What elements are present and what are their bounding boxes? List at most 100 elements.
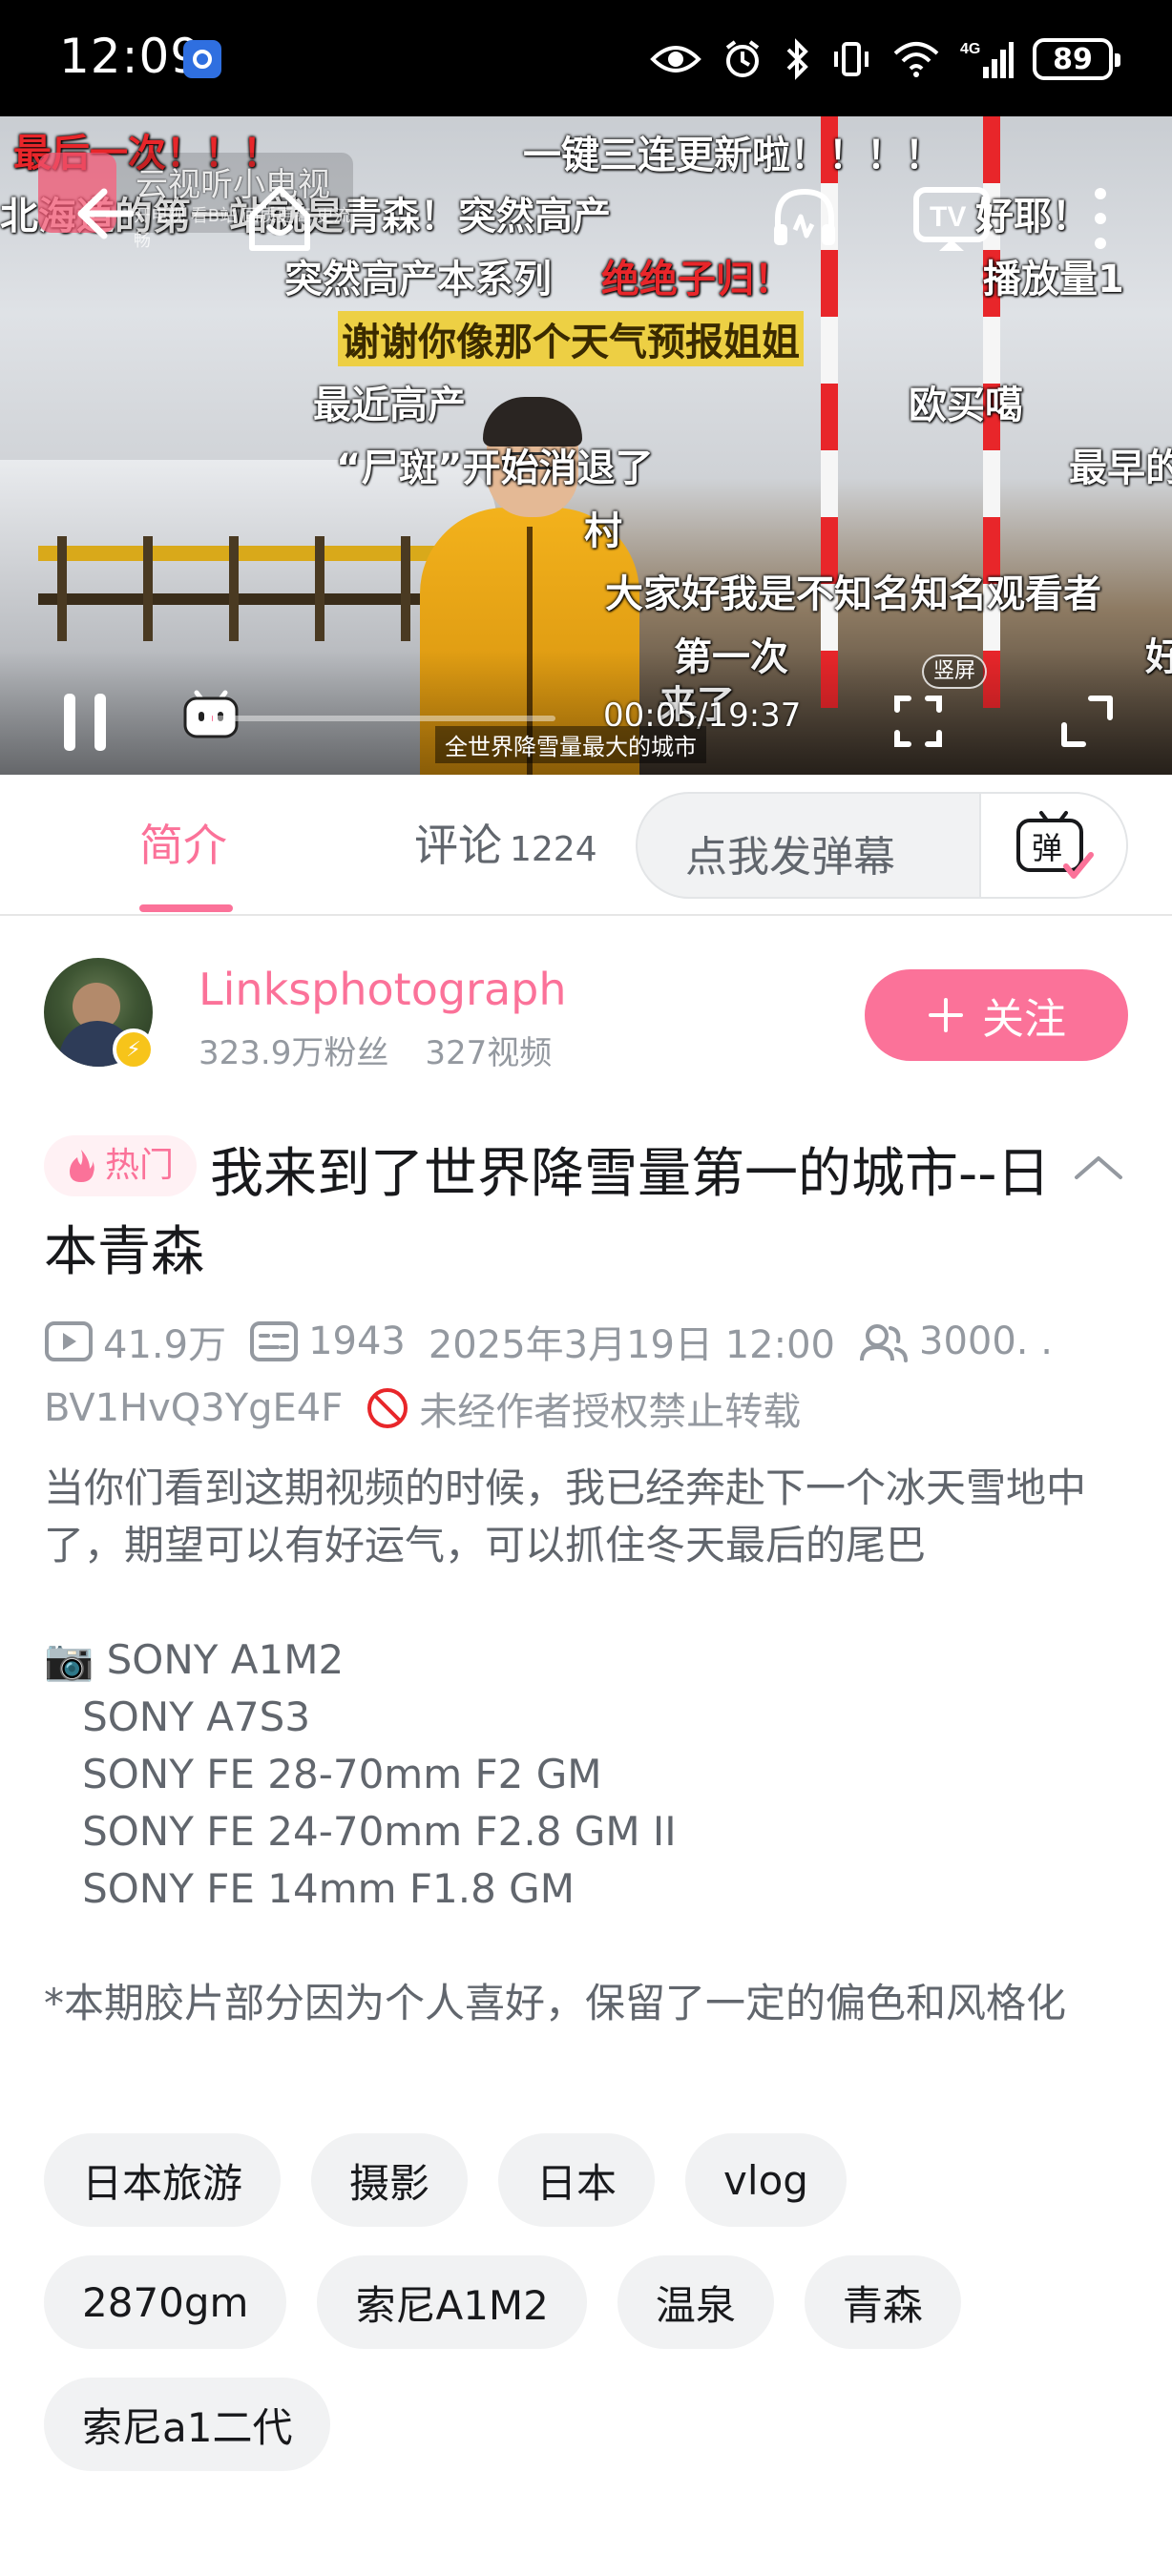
danmaku-comment: 村 (584, 509, 622, 553)
danmaku-toggle-button[interactable]: 弹 (979, 794, 1126, 897)
home-button[interactable] (237, 176, 323, 261)
status-icons: 4G 89 (649, 29, 1120, 90)
view-count: 41.9万 (103, 1323, 227, 1367)
fullscreen-icon (1061, 696, 1113, 747)
danmaku-comment: 欧买噶 (909, 384, 1023, 427)
tag-chip[interactable]: 温泉 (617, 2255, 774, 2349)
player-controls: 00:05/19:37 竖屏 全世界降雪量最大的城市 (0, 651, 1172, 775)
vertical-fullscreen-icon (894, 696, 942, 747)
danmaku-comment: 一键三连更新啦！！！！ (523, 134, 943, 177)
tab-intro[interactable]: 简介 (139, 811, 227, 874)
danmaku-comment: 大家好我是不知名知名观看者 (605, 572, 1101, 616)
video-subtitle: 全世界降雪量最大的城市 (435, 726, 706, 763)
verified-badge-icon: ⚡ (113, 1028, 155, 1070)
danmaku-toggle-text: 弹 (1032, 830, 1062, 866)
more-options-button[interactable] (1077, 176, 1124, 261)
back-button[interactable] (67, 176, 143, 252)
uploader-name[interactable]: Linksphotograph (199, 964, 567, 1015)
tag-chip[interactable]: 日本 (498, 2133, 656, 2227)
tag-row: 2870gm 索尼A1M2 温泉 青森 (44, 2255, 1141, 2349)
tab-bar: 简介 评论 1224 点我发弹幕 弹 (0, 775, 1172, 916)
video-player[interactable]: 最后一次！！！ 一键三连更新啦！！！！ 北海道的第一站就是青森！突然高产 好耶！… (0, 116, 1172, 775)
pause-icon (64, 694, 106, 751)
danmaku-comment: 最近高产 (313, 384, 466, 427)
hot-badge-label: 热门 (105, 1146, 175, 1185)
collapse-button[interactable] (1073, 1153, 1124, 1185)
tab-active-indicator (139, 904, 233, 912)
uploader-stats: 323.9万粉丝 327视频 (199, 1027, 552, 1073)
forbidden-icon (367, 1388, 408, 1428)
hot-badge[interactable]: 热门 (44, 1135, 198, 1196)
danmaku-count-icon (250, 1321, 299, 1361)
danmaku-comment: 最早的 (1069, 447, 1172, 490)
watching-people-icon (860, 1324, 908, 1362)
status-bar: 12:09 4G 89 (0, 0, 1172, 116)
danmaku-placeholder: 点我发弹幕 (685, 833, 895, 882)
signal-icon: 4G (960, 41, 1014, 78)
headphones-icon (774, 188, 835, 245)
vertical-screen-button[interactable] (888, 691, 949, 752)
no-repost-text: 未经作者授权禁止转载 (419, 1390, 802, 1434)
tag-chip[interactable]: 索尼a1二代 (44, 2378, 331, 2471)
audio-mode-button[interactable] (762, 176, 848, 261)
watching-stat: 3000. . (858, 1319, 1053, 1363)
views-stat: 41.9万 (44, 1314, 226, 1369)
play-count-icon (45, 1321, 93, 1361)
danmaku-comment: “尸斑”开始消退了 (336, 447, 654, 490)
danmaku-toggle-icon: 弹 (1016, 811, 1094, 879)
comments-count: 1224 (510, 830, 597, 869)
eye-icon (650, 46, 701, 73)
alarm-icon (725, 40, 760, 77)
tab-comments-label: 评论 (414, 820, 502, 871)
follow-button[interactable]: 关注 (865, 969, 1128, 1061)
video-description: 当你们看到这期视频的时候，我已经奔赴下一个冰天雪地中了，期望可以有好运气，可以抓… (44, 1465, 1087, 2026)
tag-chip[interactable]: vlog (685, 2133, 847, 2227)
video-title-block: 热门 我来到了世界降雪量第一的城市--日本青森 (44, 1135, 1056, 1292)
tag-list: 日本旅游 摄影 日本 vlog 2870gm 索尼A1M2 温泉 青森 索尼a1… (44, 2133, 1141, 2500)
tag-chip[interactable]: 摄影 (311, 2133, 469, 2227)
video-id-row: BV1HvQ3YgE4F 未经作者授权禁止转载 (44, 1380, 801, 1437)
svg-text:4G: 4G (960, 41, 980, 57)
tv-cast-icon: TV (913, 187, 990, 251)
status-time: 12:09 (59, 29, 202, 84)
tag-chip[interactable]: 青森 (804, 2255, 961, 2349)
danmaku-input[interactable]: 点我发弹幕 弹 (636, 792, 1128, 899)
progress-bar[interactable] (212, 716, 555, 721)
tag-chip[interactable]: 日本旅游 (44, 2133, 282, 2227)
danmaku-comment: 突然高产本系列 (284, 258, 552, 301)
tag-chip[interactable]: 2870gm (44, 2255, 287, 2349)
tag-chip[interactable]: 索尼A1M2 (317, 2255, 587, 2349)
svg-text:TV: TV (930, 201, 966, 233)
app-notification-icon (183, 40, 221, 78)
no-repost-notice: 未经作者授权禁止转载 (366, 1381, 801, 1436)
fullscreen-button[interactable] (1054, 691, 1120, 752)
tag-row: 日本旅游 摄影 日本 vlog (44, 2133, 1141, 2227)
chevron-up-icon (1075, 1156, 1122, 1179)
progress-fill (212, 716, 214, 721)
watching-count: 3000. . (919, 1319, 1053, 1363)
flame-icon (70, 1150, 94, 1182)
bv-id[interactable]: BV1HvQ3YgE4F (44, 1386, 343, 1430)
plus-icon (929, 998, 963, 1032)
vertical-screen-badge: 竖屏 (922, 654, 988, 689)
battery-indicator: 89 (1033, 38, 1120, 80)
wifi-icon (893, 42, 939, 77)
pause-button[interactable] (52, 689, 118, 756)
more-vertical-icon (1095, 188, 1106, 249)
video-meta-row: 41.9万 1943 2025年3月19日 12:00 3000. . (44, 1313, 1141, 1370)
vibrate-icon (834, 42, 869, 76)
publish-time: 2025年3月19日 12:00 (428, 1323, 835, 1367)
danmaku-comment: 谢谢你像那个天气预报姐姐 (338, 311, 804, 366)
tag-row: 索尼a1二代 (44, 2378, 1141, 2471)
cast-tv-button[interactable]: TV (909, 176, 994, 261)
tab-comments[interactable]: 评论 1224 (414, 811, 597, 874)
danmaku-count: 1943 (308, 1319, 406, 1363)
bluetooth-icon (786, 38, 808, 80)
video-count: 327视频 (425, 1034, 553, 1072)
danmaku-stat: 1943 (249, 1319, 406, 1363)
battery-level: 89 (1053, 42, 1093, 76)
home-icon (249, 186, 310, 251)
follower-count: 323.9万粉丝 (199, 1034, 389, 1072)
progress-thumb[interactable] (178, 679, 244, 746)
tv-mascot-icon (183, 690, 239, 738)
